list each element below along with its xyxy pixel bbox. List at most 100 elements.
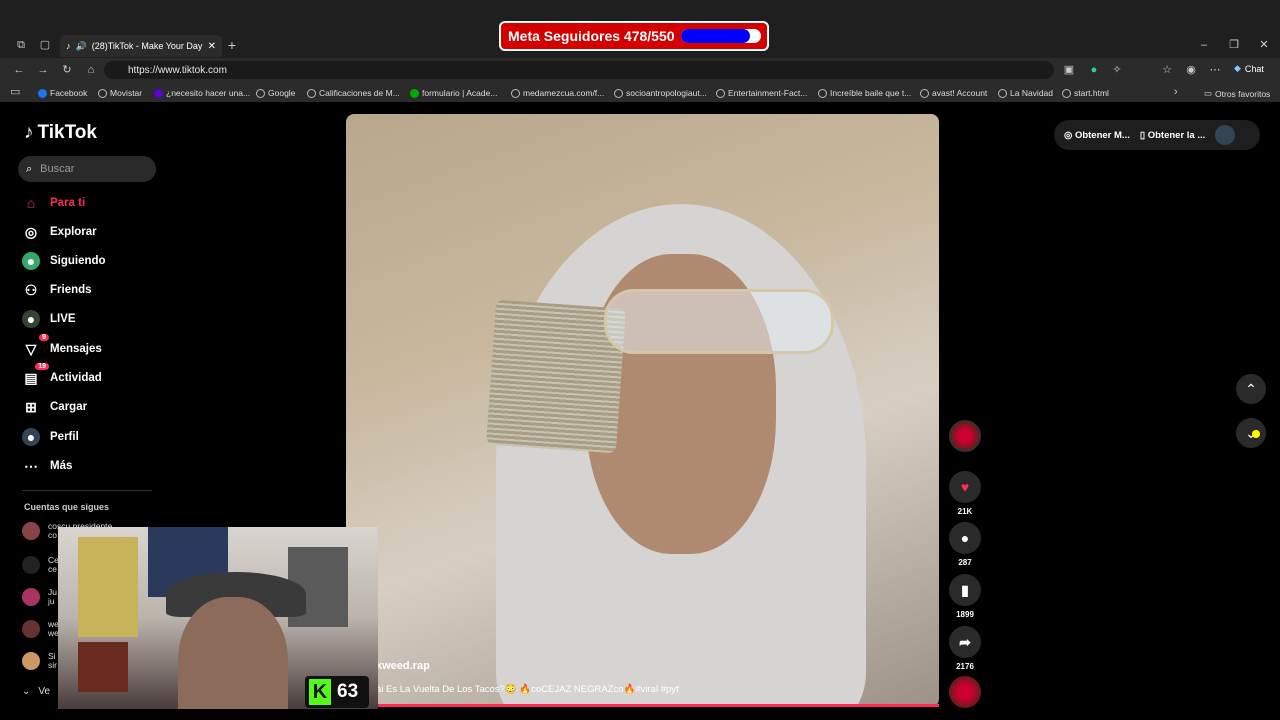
sound-avatar[interactable] — [949, 676, 981, 708]
tab-audio-icon[interactable]: 🔊 — [76, 41, 87, 52]
url-text: https://www.tiktok.com — [128, 64, 227, 76]
sidebar-item-live[interactable]: ● LIVE — [22, 310, 76, 328]
bookmarks-overflow-icon[interactable]: › — [1174, 85, 1178, 99]
sidebar-item-explorar[interactable]: ◎ Explorar — [22, 223, 97, 241]
creator-avatar[interactable] — [949, 420, 981, 452]
bookmark-item[interactable]: avast! Account — [920, 88, 987, 98]
bookmark-item[interactable]: socioantropologiaut... — [614, 88, 707, 98]
sidebar-item-para-ti[interactable]: ⌂ Para ti — [22, 194, 85, 212]
copilot-icon: ◆ — [1234, 63, 1241, 73]
workspaces-icon[interactable]: ⧉ — [14, 38, 28, 52]
url-field[interactable]: https://www.tiktok.com — [104, 61, 1054, 79]
bookmark-favicon-icon — [818, 88, 827, 98]
upload-icon: ⊞ — [25, 398, 37, 415]
tiktok-note-icon: ♪ — [24, 122, 34, 143]
bookmark-item[interactable]: Movistar — [98, 88, 142, 98]
reload-icon[interactable]: ↻ — [60, 63, 74, 77]
favorites-icon[interactable]: ☆ — [1160, 63, 1174, 77]
poster-fire — [78, 642, 128, 692]
friends-icon: ⚇ — [24, 281, 38, 298]
other-favorites-folder[interactable]: ▭ Otros favoritos — [1204, 88, 1270, 99]
home-page-icon[interactable]: ⌂ — [84, 63, 98, 77]
bookmark-favicon-icon — [920, 88, 929, 98]
profile-avatar-icon[interactable]: ◉ — [1184, 63, 1198, 77]
following-icon: ● — [22, 252, 40, 270]
sidebar-item-mensajes[interactable]: ▽ 9 Mensajes — [22, 334, 102, 358]
bookmark-item[interactable]: start.html — [1062, 88, 1109, 98]
forward-icon[interactable]: → — [36, 63, 50, 77]
new-tab-button[interactable]: + — [226, 38, 238, 52]
tab-title: (28)TikTok - Make Your Day — [91, 41, 203, 51]
bookmark-item[interactable]: Increíble baile que t... — [818, 88, 911, 98]
sidebar-item-actividad[interactable]: ▤ 19 Actividad — [22, 363, 102, 387]
sidebar-item-siguiendo[interactable]: ● Siguiendo — [22, 252, 106, 270]
bookmark-favicon-icon — [154, 88, 163, 98]
back-icon[interactable]: ← — [12, 63, 26, 77]
video-progress-bar[interactable] — [346, 704, 939, 707]
tiktok-logo[interactable]: ♪ TikTok — [24, 122, 97, 144]
bookmark-favicon-icon — [998, 88, 1007, 98]
bookmark-item[interactable]: Entertainment-Fact... — [716, 88, 807, 98]
sidebar-toggle-icon[interactable]: ▭ — [10, 85, 20, 99]
following-account[interactable]: we we — [22, 620, 59, 638]
like-action[interactable]: ♥ 21K — [949, 471, 981, 516]
minimize-icon[interactable]: – — [1198, 38, 1210, 52]
bookmark-item[interactable]: Facebook — [38, 88, 87, 98]
bookmark-item[interactable]: formulario | Acade... — [410, 88, 497, 98]
avatar — [22, 522, 40, 540]
previous-video-button[interactable]: ⌃ — [1236, 374, 1266, 404]
see-more-button[interactable]: ⌄ Ve — [22, 686, 50, 697]
goal-progress-fill — [680, 29, 751, 43]
sidebar-item-friends[interactable]: ⚇ Friends — [22, 281, 92, 299]
browser-tab[interactable]: ♪ 🔊 (28)TikTok - Make Your Day ✕ — [60, 35, 222, 57]
user-avatar[interactable] — [1215, 125, 1236, 145]
extensions-icon[interactable]: ✧ — [1110, 63, 1124, 77]
sidebar-item-cargar[interactable]: ⊞ Cargar — [22, 398, 87, 416]
share-action[interactable]: ➦ 2176 — [949, 626, 981, 671]
close-window-icon[interactable]: ✕ — [1258, 38, 1270, 52]
kick-logo-icon: K — [309, 679, 331, 705]
video-caption: ái Es La Vuelta De Los Tacos?😳 🔥coCEJAZ … — [376, 684, 679, 695]
phone-icon: ▯ — [1139, 129, 1148, 141]
compass-icon: ◎ — [24, 223, 38, 240]
share-icon: ➦ — [949, 626, 981, 658]
next-video-button[interactable]: ⌄ — [1236, 418, 1266, 448]
bookmark-item[interactable]: ¿necesito hacer una... — [154, 88, 250, 98]
cursor-highlight — [1252, 430, 1260, 438]
sidebar-item-perfil[interactable]: ● Perfil — [22, 428, 79, 446]
maximize-icon[interactable]: ❐ — [1228, 38, 1240, 52]
tab-actions-icon[interactable]: ▢ — [38, 38, 52, 52]
comment-action[interactable]: ● 287 — [949, 522, 981, 567]
avatar — [22, 556, 40, 574]
video-player[interactable] — [346, 114, 939, 707]
kick-count: 63 — [337, 681, 359, 702]
save-action[interactable]: ▮ 1899 — [949, 574, 981, 619]
menu-icon[interactable]: ⋯ — [1208, 63, 1222, 77]
tab-close-icon[interactable]: ✕ — [208, 41, 216, 52]
following-account[interactable]: Ce ce — [22, 556, 59, 574]
copilot-chat-button[interactable]: ◆ Chat — [1234, 63, 1264, 74]
folder-icon: ▭ — [1204, 88, 1213, 98]
bookmarks-bar: ▭ Facebook Movistar ¿necesito hacer una.… — [0, 82, 1280, 102]
video-username[interactable]: kweed.rap — [376, 660, 430, 672]
bookmark-item[interactable]: La Navidad — [998, 88, 1053, 98]
bookmark-item[interactable]: Google — [256, 88, 295, 98]
bookmark-favicon-icon — [256, 88, 265, 98]
following-header: Cuentas que sigues — [24, 502, 110, 512]
search-input[interactable]: ⌕ Buscar — [18, 156, 156, 182]
avatar — [22, 620, 40, 638]
bookmark-item[interactable]: medamezcua.com/f... — [511, 88, 604, 98]
bookmark-icon: ▮ — [949, 574, 981, 606]
sidebar-item-mas[interactable]: ⋯ Más — [22, 457, 72, 475]
following-account[interactable]: Ju ju — [22, 588, 57, 606]
coin-icon: ◎ — [1064, 129, 1075, 141]
get-coins-button[interactable]: ◎ Obtener M... — [1064, 130, 1130, 141]
extension-icon[interactable]: ● — [1087, 63, 1101, 77]
screenshot-icon[interactable]: ▣ — [1062, 63, 1076, 77]
live-icon: ● — [22, 310, 40, 328]
following-account[interactable]: Si sir — [22, 652, 57, 670]
video-scene-sunglasses — [604, 289, 834, 354]
chat-label: Chat — [1244, 63, 1264, 74]
bookmark-item[interactable]: Calificaciones de M... — [307, 88, 400, 98]
get-app-button[interactable]: ▯ Obtener la ... — [1140, 130, 1205, 141]
